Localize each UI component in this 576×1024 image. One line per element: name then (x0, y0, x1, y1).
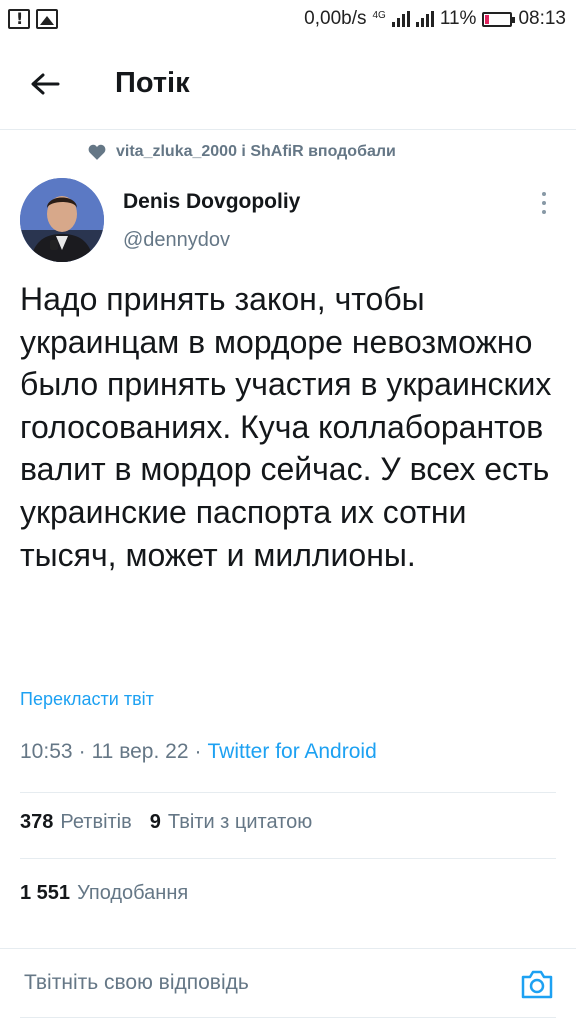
divider (20, 858, 556, 859)
likes-stats[interactable]: 1 551 Уподобання (20, 882, 188, 905)
image-notification-icon (36, 9, 58, 29)
retweets-count: 378 (20, 811, 54, 833)
page-title: Потік (115, 67, 190, 99)
tweet-source-link[interactable]: Twitter for Android (208, 740, 377, 764)
engagement-stats: 378 Ретвітів 9 Твіти з цитатою (20, 811, 312, 834)
signal-icon-2 (415, 11, 434, 27)
tweet-text: Надо принять закон, чтобы украинцам в мо… (20, 281, 552, 573)
retweets-label: Ретвітів (60, 811, 132, 833)
network-speed: 0,00b/s (304, 8, 367, 29)
meta-separator: · (78, 740, 86, 763)
network-type: 4G (372, 9, 386, 21)
avatar-image (20, 178, 104, 262)
quotes-label: Твіти з цитатою (167, 811, 313, 833)
avatar[interactable] (20, 178, 104, 262)
author-handle[interactable]: @dennydov (123, 229, 230, 252)
meta-separator: · (194, 740, 202, 763)
quotes-count: 9 (149, 811, 161, 833)
tweet-meta: 10:53 · 11 вер. 22 · Twitter for Android (20, 740, 377, 764)
heart-icon (88, 144, 106, 160)
author-name[interactable]: Denis Dovgopoliy (123, 190, 300, 214)
tweet-time: 10:53 (20, 740, 73, 763)
more-vertical-icon[interactable] (534, 188, 554, 218)
status-bar: 0,00b/s 4G 11% 08:13 (0, 0, 576, 38)
camera-icon (521, 970, 553, 999)
arrow-left-icon (31, 73, 60, 94)
camera-button[interactable] (520, 967, 554, 1001)
back-button[interactable] (20, 59, 70, 109)
social-context-label: vita_zluka_2000 і ShAfiR вподобали (116, 143, 396, 160)
reply-underline (20, 1017, 556, 1018)
translate-tweet-link[interactable]: Перекласти твіт (20, 689, 154, 710)
reply-bar: Твітніть свою відповідь (0, 948, 576, 1024)
tweet-header: Denis Dovgopoliy @dennydov (20, 178, 556, 264)
header: Потік (0, 38, 576, 130)
clock: 08:13 (518, 8, 566, 29)
battery-icon (482, 11, 516, 27)
tweet-date: 11 вер. 22 (91, 740, 189, 763)
divider (20, 792, 556, 793)
battery-percent: 11% (439, 8, 477, 29)
reply-input[interactable]: Твітніть свою відповідь (24, 971, 249, 995)
social-context[interactable]: vita_zluka_2000 і ShAfiR вподобали (88, 143, 396, 161)
quotes-stat[interactable]: 9 Твіти з цитатою (150, 811, 312, 834)
retweets-stat[interactable]: 378 Ретвітів (20, 811, 132, 834)
alert-notification-icon (8, 9, 30, 29)
signal-icon (391, 11, 410, 27)
likes-label: Уподобання (77, 882, 189, 904)
likes-count: 1 551 (20, 882, 71, 904)
